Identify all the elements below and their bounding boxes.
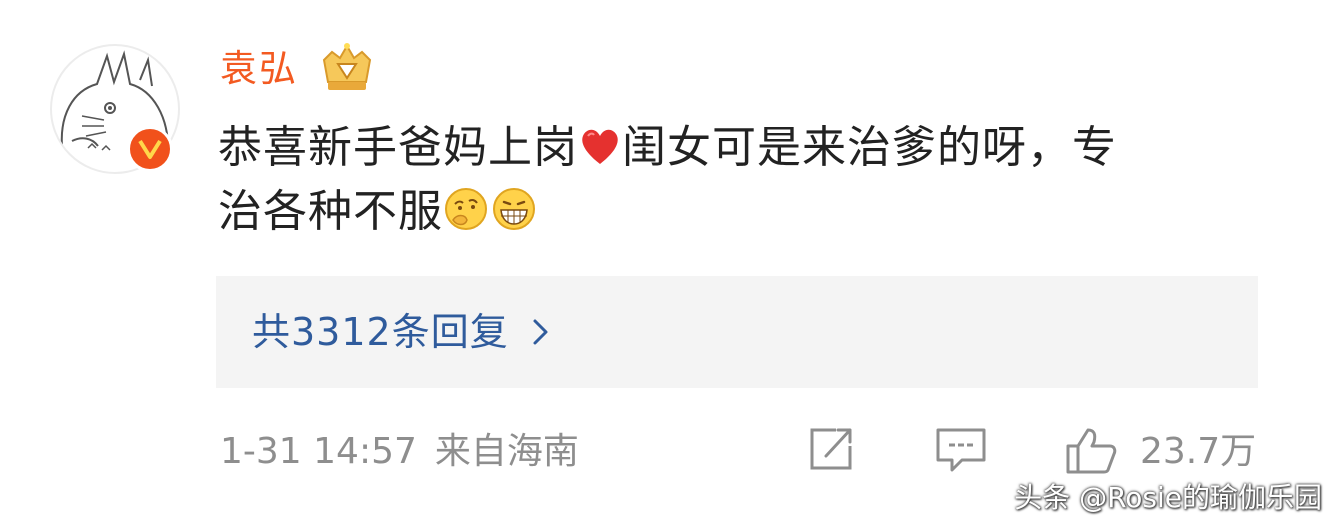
- comment-card: 袁弘 恭喜新手爸妈上岗 闺女可是来治爹的呀，专 治各种不服 共3312条回复 1-…: [0, 0, 1342, 530]
- crown-badge-icon[interactable]: [318, 42, 376, 94]
- thinking-emoji-icon: [443, 186, 489, 232]
- comment-segment: 恭喜新手爸妈上岗: [218, 122, 578, 173]
- username[interactable]: 袁弘: [220, 44, 298, 94]
- comment-time: 1-31 14:57: [220, 431, 417, 472]
- chevron-right-icon: [531, 308, 551, 360]
- share-icon[interactable]: [806, 426, 856, 476]
- comment-text: 恭喜新手爸妈上岗 闺女可是来治爹的呀，专 治各种不服: [218, 116, 1288, 244]
- comment-meta: 1-31 14:57 来自海南: [220, 428, 579, 476]
- watermark: 头条 @Rosie的瑜伽乐园: [1014, 481, 1322, 514]
- like-count: 23.7万: [1140, 431, 1257, 472]
- replies-count-label: 共3312条回复: [252, 310, 509, 354]
- like-icon[interactable]: [1064, 426, 1118, 480]
- replies-panel[interactable]: 共3312条回复: [216, 276, 1258, 388]
- comment-segment: 闺女可是来治爹的呀，专: [622, 122, 1117, 173]
- verified-badge-icon: [127, 126, 173, 172]
- view-replies-link[interactable]: 共3312条回复: [252, 306, 551, 360]
- comment-line-1: 恭喜新手爸妈上岗 闺女可是来治爹的呀，专: [218, 116, 1288, 180]
- heart-icon: [578, 120, 622, 164]
- comment-line-2: 治各种不服: [218, 180, 1288, 244]
- comment-icon[interactable]: [934, 426, 988, 480]
- grin-emoji-icon: [491, 186, 537, 232]
- comment-segment: 治各种不服: [218, 186, 443, 237]
- comment-source: 来自海南: [434, 431, 579, 472]
